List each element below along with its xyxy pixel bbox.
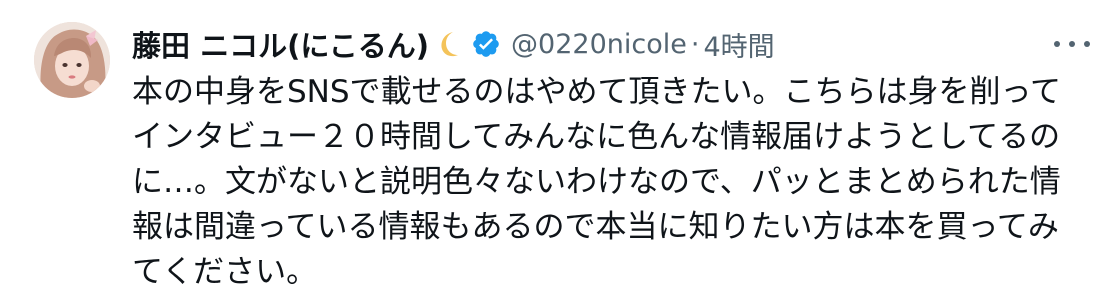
more-dot <box>1054 41 1060 47</box>
more-options-icon[interactable] <box>1054 30 1090 58</box>
more-dot <box>1084 41 1090 47</box>
tweet: 藤田 ニコル(にこるん) @0220nicole · 4時間 本の中身をSNSで… <box>0 0 1116 307</box>
tweet-header: 藤田 ニコル(にこるん) @0220nicole · 4時間 <box>132 22 775 66</box>
user-handle[interactable]: @0220nicole <box>511 29 687 60</box>
verified-badge-icon[interactable] <box>471 29 501 59</box>
display-name[interactable]: 藤田 ニコル(にこるん) <box>132 23 429 65</box>
separator-dot: · <box>690 28 700 60</box>
tweet-text: 本の中身をSNSで載せるのはやめて頂きたい。こちらは身を削って インタビュー２０… <box>132 74 1061 290</box>
crescent-moon-icon <box>433 28 465 60</box>
more-dot <box>1069 41 1075 47</box>
timestamp[interactable]: 4時間 <box>703 25 774 64</box>
avatar[interactable] <box>34 22 110 98</box>
